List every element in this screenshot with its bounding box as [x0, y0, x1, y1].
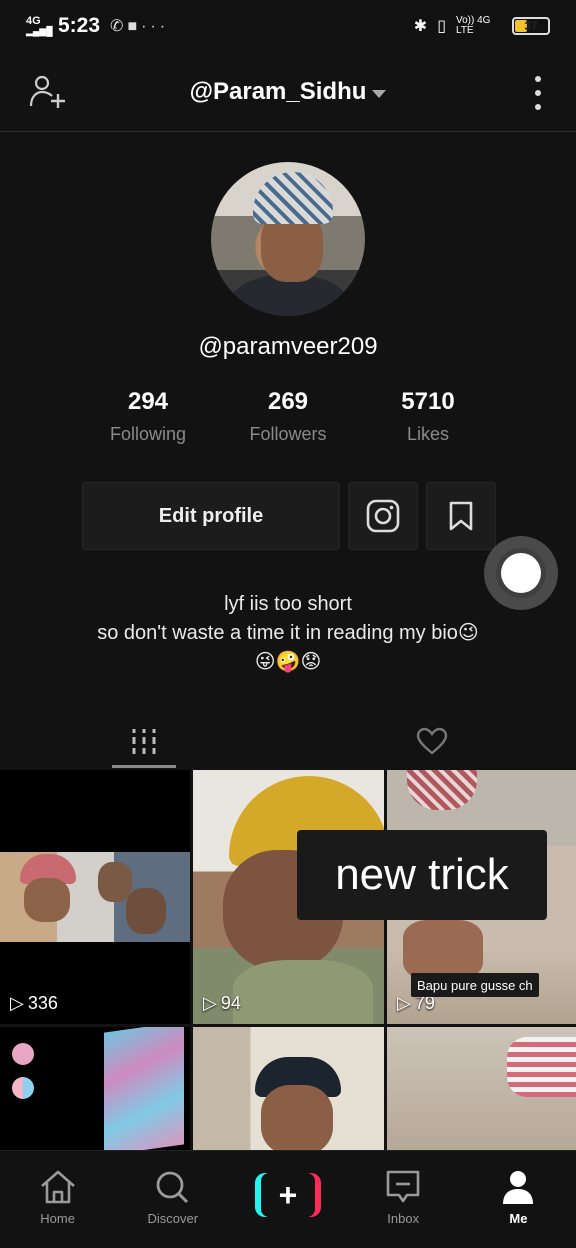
video-caption: Bapu pure gusse ch [411, 973, 539, 997]
nav-home[interactable]: Home [0, 1151, 115, 1248]
network-type: 4G [26, 15, 41, 27]
signal-icon: 4G ▂▄▆█ [26, 15, 53, 37]
search-icon [156, 1171, 188, 1204]
instagram-icon [366, 499, 400, 533]
home-icon [40, 1170, 75, 1204]
plus-icon: + [255, 1173, 321, 1217]
video-icon: ■ [127, 18, 142, 35]
view-count: 336 [27, 993, 58, 1013]
play-icon: ▷ [10, 993, 24, 1013]
profile-bio: lyf iis too short so don't waste a time … [0, 590, 576, 677]
bio-line: 😜🤪😟 [254, 651, 322, 673]
instagram-button[interactable] [348, 482, 418, 550]
favorites-button[interactable] [426, 482, 496, 550]
video-thumbnail[interactable] [387, 1027, 576, 1150]
stat-followers[interactable]: 269 Followers [218, 388, 358, 445]
nav-me[interactable]: Me [461, 1151, 576, 1248]
status-bar: 4G ▂▄▆█ 5:23 ✆■··· ✱ ▯ Vo)) 4G LTE 37 [0, 0, 576, 52]
battery-icon: 37 [512, 17, 550, 35]
notification-icons: ✆■··· [110, 16, 169, 36]
more-notifications-icon: ··· [141, 18, 170, 35]
grid-icon [132, 729, 156, 754]
play-icon: ▷ [397, 993, 411, 1013]
video-thumbnail[interactable] [193, 1027, 384, 1150]
video-overlay-text: new trick [297, 830, 547, 920]
stat-value: 269 [267, 388, 309, 415]
bottom-nav: Home Discover + Inbox Me [0, 1150, 576, 1248]
vibrate-icon: ▯ [437, 18, 446, 35]
video-thumbnail[interactable] [0, 1027, 190, 1150]
video-grid: ▷ 336 ▷ 94 ▷ 79 [0, 770, 576, 1150]
nav-label: Home [40, 1211, 75, 1226]
tab-videos[interactable] [112, 714, 176, 768]
nav-label: Inbox [387, 1211, 420, 1226]
bluetooth-icon: ✱ [413, 18, 428, 35]
stat-value: 5710 [401, 388, 455, 415]
bookmark-icon [449, 501, 473, 531]
whatsapp-icon: ✆ [110, 18, 128, 35]
volte-icon: Vo)) 4G LTE [456, 15, 491, 36]
caret-down-icon [372, 90, 387, 99]
stat-likes[interactable]: 5710 Likes [358, 388, 498, 445]
stat-value: 294 [127, 388, 169, 415]
account-switcher[interactable]: @Param_Sidhu [190, 78, 387, 106]
nav-label: Discover [147, 1211, 199, 1226]
inbox-icon [386, 1170, 420, 1203]
more-options-icon[interactable] [530, 76, 546, 110]
avatar[interactable] [211, 162, 365, 316]
content-tabs [0, 714, 576, 768]
nav-inbox[interactable]: Inbox [346, 1151, 461, 1248]
video-views: ▷ 336 [10, 993, 58, 1014]
clock: 5:23 [58, 14, 101, 37]
bio-line: so don't waste a time it in reading my b… [97, 622, 479, 644]
video-views: ▷ 94 [203, 993, 241, 1014]
stat-following[interactable]: 294 Following [78, 388, 218, 445]
edit-profile-button[interactable]: Edit profile [82, 482, 340, 550]
view-count: 94 [220, 993, 241, 1013]
profile-stats: 294 Following 269 Followers 5710 Likes [78, 388, 498, 445]
add-friend-icon[interactable] [28, 74, 68, 110]
tab-liked[interactable] [400, 714, 464, 768]
nav-label: Me [509, 1211, 528, 1226]
stat-label: Likes [406, 424, 450, 444]
play-icon: ▷ [203, 993, 217, 1013]
video-thumbnail[interactable]: ▷ 336 [0, 770, 190, 1024]
profile-icon [503, 1171, 534, 1204]
battery-level: 37 [524, 19, 538, 33]
profile-username: @paramveer209 [198, 333, 378, 360]
active-tab-indicator [112, 765, 176, 768]
stat-label: Followers [249, 424, 327, 444]
heart-icon [416, 727, 448, 755]
bio-line: lyf iis too short [224, 593, 352, 615]
nav-discover[interactable]: Discover [115, 1151, 230, 1248]
stat-label: Following [109, 424, 187, 444]
profile-header: @Param_Sidhu [0, 52, 576, 132]
account-title: @Param_Sidhu [189, 77, 367, 105]
create-video-button[interactable]: + [230, 1151, 345, 1248]
